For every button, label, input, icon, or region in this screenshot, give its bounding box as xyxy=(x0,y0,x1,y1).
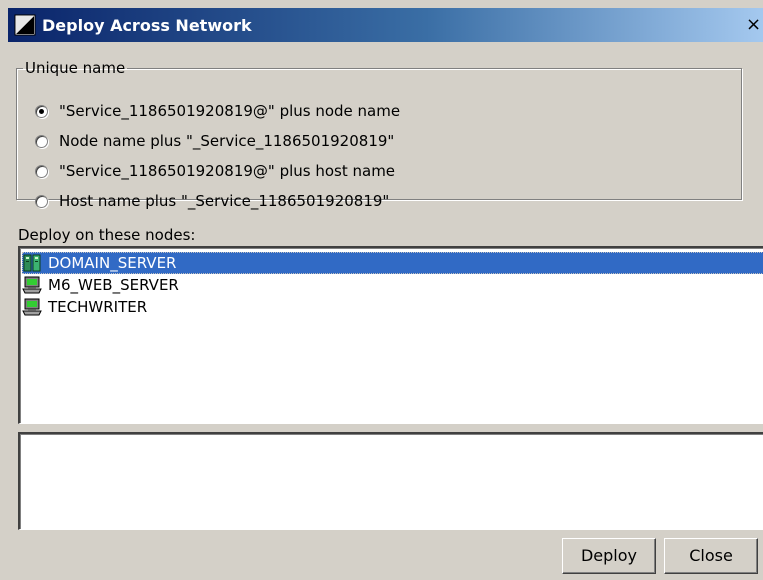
window-title: Deploy Across Network xyxy=(42,16,252,35)
radio-label: "Service_1186501920819@" plus node name xyxy=(59,102,401,120)
deploy-button[interactable]: Deploy xyxy=(562,538,656,574)
radio-option-node-name-suffix[interactable]: "Service_1186501920819@" plus node name xyxy=(35,100,400,122)
radio-label: "Service_1186501920819@" plus host name xyxy=(59,162,396,180)
nodes-label: Deploy on these nodes: xyxy=(18,226,196,244)
radio-button[interactable] xyxy=(35,134,48,148)
node-name: TECHWRITER xyxy=(48,298,148,316)
radio-option-host-name-suffix[interactable]: "Service_1186501920819@" plus host name xyxy=(35,160,395,182)
close-button[interactable]: Close xyxy=(664,538,758,574)
close-window-icon[interactable]: × xyxy=(746,12,763,38)
list-item-techwriter[interactable]: TECHWRITER xyxy=(22,296,763,318)
radio-label: Host name plus "_Service_1186501920819" xyxy=(59,192,390,210)
unique-name-group: Unique name "Service_1186501920819@" plu… xyxy=(16,59,742,210)
computer-node-icon xyxy=(22,298,42,316)
node-name: DOMAIN_SERVER xyxy=(48,254,177,272)
unique-name-legend: Unique name xyxy=(25,59,126,77)
radio-option-node-name-prefix[interactable]: Node name plus "_Service_1186501920819" xyxy=(35,130,394,152)
deploy-dialog: Deploy Across Network × Unique name "Ser… xyxy=(0,0,763,580)
list-item-m6-web-server[interactable]: M6_WEB_SERVER xyxy=(22,274,763,296)
nodes-listbox[interactable]: DOMAIN_SERVER M6_WEB_SERVER TECHWRITER xyxy=(18,246,763,424)
radio-button[interactable] xyxy=(35,104,48,118)
computer-node-icon xyxy=(22,276,42,294)
deploy-app-icon xyxy=(14,14,36,36)
title-bar[interactable]: Deploy Across Network × xyxy=(8,8,763,42)
radio-button[interactable] xyxy=(35,164,48,178)
output-textarea[interactable] xyxy=(18,432,763,530)
radio-button[interactable] xyxy=(35,194,48,208)
list-item-domain-server[interactable]: DOMAIN_SERVER xyxy=(22,252,763,274)
domain-server-icon xyxy=(23,254,41,272)
node-name: M6_WEB_SERVER xyxy=(48,276,179,294)
radio-label: Node name plus "_Service_1186501920819" xyxy=(59,132,395,150)
radio-option-host-name-prefix[interactable]: Host name plus "_Service_1186501920819" xyxy=(35,190,389,212)
